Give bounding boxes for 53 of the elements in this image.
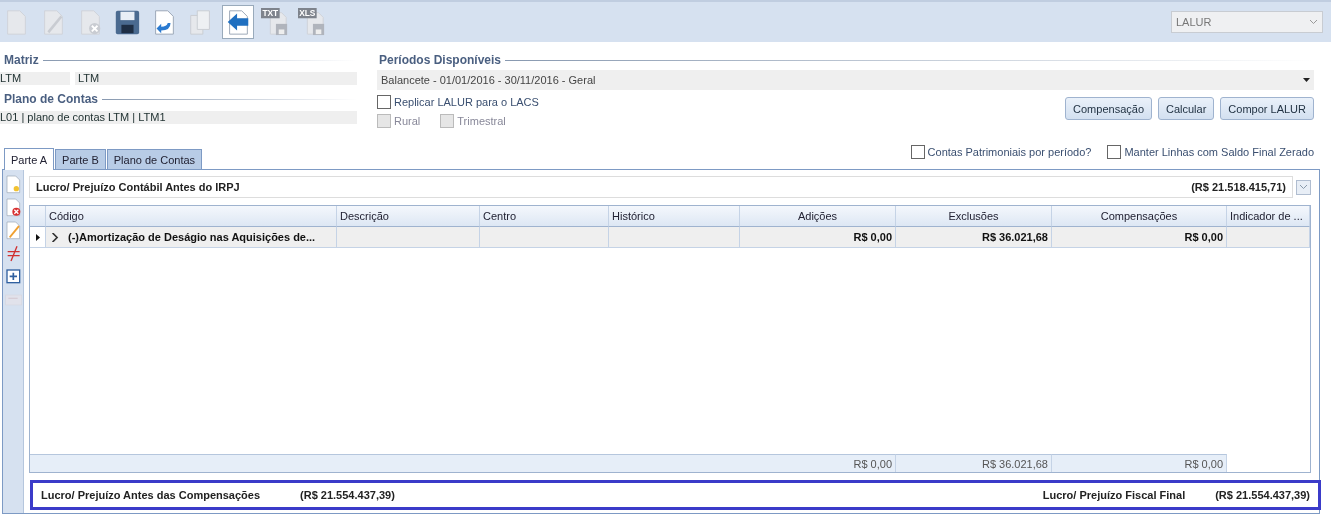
column-header[interactable]: Descrição [337, 206, 480, 227]
column-header[interactable]: Indicador de ... [1227, 206, 1310, 227]
compensation-button[interactable]: Compensação [1065, 97, 1152, 120]
column-header[interactable]: Exclusões [896, 206, 1052, 227]
caret-icon [1309, 19, 1318, 25]
checkbox-label: Rural [394, 115, 421, 127]
checkbox[interactable] [910, 145, 925, 159]
code-field: LTM [0, 72, 70, 85]
compose-button[interactable]: Compor LALUR [1220, 97, 1314, 120]
expander-icon[interactable] [50, 232, 59, 242]
checkbox-label: Manter Linhas com Saldo Final Zerado [1124, 146, 1314, 158]
tab[interactable]: Plano de Contas [106, 149, 203, 169]
summary-value: (R$ 21.554.437,39) [1215, 489, 1310, 501]
table-cell: R$ 36.021,68 [896, 227, 1052, 248]
checkbox-label: Trimestral [457, 115, 506, 127]
period-select[interactable]: Balancete - 01/01/2016 - 30/11/2016 - Geral [377, 70, 1314, 90]
column-header[interactable]: Centro [480, 206, 609, 227]
group-total: (R$ 21.518.415,71) [1191, 181, 1286, 193]
caret-icon [1299, 184, 1308, 190]
chart-of-accounts-field: L01 | plano de contas LTM | LTM1 [0, 111, 357, 124]
dropdown-button[interactable] [1296, 179, 1311, 195]
column-header[interactable]: Histórico [609, 206, 740, 227]
section-title: Matriz [4, 53, 39, 67]
group-title: Lucro/ Prejuízo Contábil Antes do IRPJ [36, 181, 240, 193]
table-cell: R$ 0,00 [740, 227, 896, 248]
table-cell-text: (-)Amortização de Deságio nas Aquisições de... [68, 229, 316, 245]
table-cell: R$ 0,00 [1052, 227, 1227, 248]
checkbox-label: Contas Patrimoniais por período? [927, 146, 1092, 158]
section-title: Períodos Disponíveis [379, 53, 502, 67]
row-indicator[interactable] [30, 227, 46, 248]
back-button[interactable] [222, 5, 254, 39]
tab[interactable]: Parte B [55, 149, 106, 169]
summary-label: Lucro/ Prejuízo Fiscal Final [1042, 489, 1186, 501]
summary-value: (R$ 21.554.437,39) [300, 489, 395, 501]
name-field: LTM [75, 72, 357, 85]
calculate-button[interactable]: Calcular [1158, 97, 1215, 120]
checkbox[interactable] [1107, 145, 1122, 159]
caret-icon [1303, 78, 1310, 82]
column-header[interactable]: Compensações [1052, 206, 1227, 227]
delete-button[interactable] [3, 197, 23, 217]
total-cell: R$ 36.021,68 [896, 454, 1052, 472]
total-cell: R$ 0,00 [740, 454, 896, 472]
column-header[interactable]: Código [46, 206, 337, 227]
checkbox-label: Replicar LALUR para o LACS [394, 96, 539, 108]
plus-box-button[interactable] [3, 266, 23, 286]
section-title: Plano de Contas [4, 92, 98, 106]
pencil-button[interactable] [3, 220, 23, 240]
summary-label: Lucro/ Prejuízo Antes das Compensações [41, 489, 261, 501]
total-cell: R$ 0,00 [1052, 454, 1227, 472]
tab[interactable]: Parte A [4, 148, 55, 170]
column-header[interactable]: Adições [740, 206, 896, 227]
header-cell [30, 206, 46, 227]
checkbox[interactable] [377, 95, 391, 109]
